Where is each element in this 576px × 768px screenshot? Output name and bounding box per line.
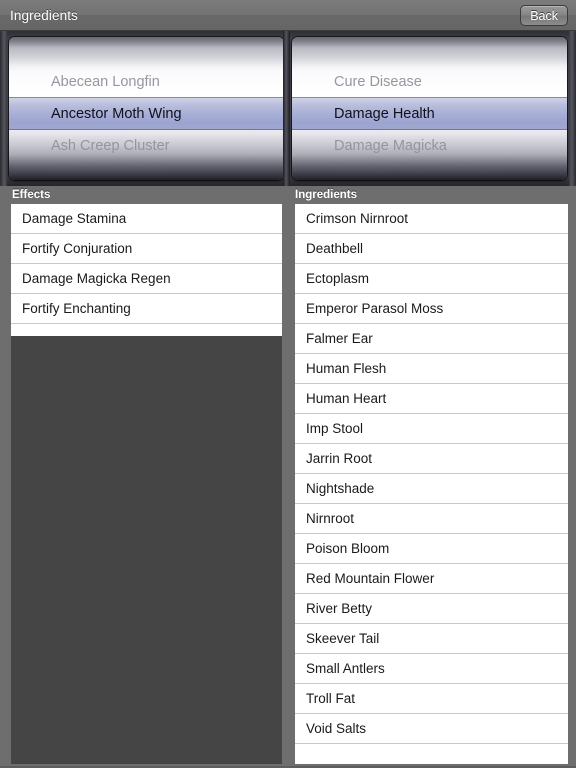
- effects-list-item[interactable]: Fortify Enchanting: [11, 294, 282, 324]
- ingredients-list-item[interactable]: Poison Bloom: [295, 534, 568, 564]
- ingredients-list-item[interactable]: Troll Fat: [295, 684, 568, 714]
- ingredients-list-item[interactable]: Jarrin Root: [295, 444, 568, 474]
- picker-row-selected[interactable]: Damage Health: [292, 99, 567, 130]
- ingredients-list-item[interactable]: Emperor Parasol Moss: [295, 294, 568, 324]
- ingredients-list-item[interactable]: Human Flesh: [295, 354, 568, 384]
- ingredients-section-header: Ingredients: [295, 189, 357, 201]
- ingredients-list-item[interactable]: Crimson Nirnroot: [295, 204, 568, 234]
- navigation-bar: Ingredients Back: [0, 0, 576, 31]
- content-area: Effects Damage Stamina Fortify Conjuratio…: [0, 186, 576, 768]
- effect-picker-rows[interactable]: Cure Disease Damage Health Damage Magick…: [292, 37, 567, 180]
- effects-list-item[interactable]: Damage Stamina: [11, 204, 282, 234]
- ingredients-list[interactable]: Crimson Nirnroot Deathbell Ectoplasm Empero…: [295, 204, 568, 764]
- ingredients-list-item[interactable]: Red Mountain Flower: [295, 564, 568, 594]
- picker-divider: [283, 31, 290, 186]
- picker-row[interactable]: Damage Stamina: [292, 173, 567, 180]
- ingredients-list-item[interactable]: Nirnroot: [295, 504, 568, 534]
- ingredients-list-item[interactable]: Ectoplasm: [295, 264, 568, 294]
- effects-panel-fill: [11, 336, 282, 764]
- ingredients-list-item[interactable]: Imp Stool: [295, 414, 568, 444]
- ingredients-column: Ingredients Crimson Nirnroot Deathbell Ect…: [288, 186, 576, 768]
- picker-row[interactable]: Abecean Longfin: [9, 67, 284, 98]
- effects-section-header: Effects: [12, 189, 51, 201]
- ingredient-picker-rows[interactable]: Abecean Longfin Ancestor Moth Wing Ash C…: [9, 37, 284, 180]
- picker-row[interactable]: Cure Disease: [292, 67, 567, 98]
- ingredients-list-item[interactable]: Falmer Ear: [295, 324, 568, 354]
- ingredients-list-item[interactable]: Void Salts: [295, 714, 568, 744]
- ingredients-list-item[interactable]: River Betty: [295, 594, 568, 624]
- picker-right-edge: [569, 31, 576, 186]
- effects-list[interactable]: Damage Stamina Fortify Conjuration Damage …: [11, 204, 282, 336]
- picker-left-edge: [0, 31, 7, 186]
- ingredients-list-item[interactable]: Nightshade: [295, 474, 568, 504]
- effects-list-item[interactable]: Damage Magicka Regen: [11, 264, 282, 294]
- effects-list-item[interactable]: Fortify Conjuration: [11, 234, 282, 264]
- picker-row[interactable]: Ashen Grass Pod: [9, 173, 284, 180]
- back-button[interactable]: Back: [520, 5, 568, 26]
- picker-row-selected[interactable]: Ancestor Moth Wing: [9, 99, 284, 130]
- effect-picker-wheel[interactable]: Cure Disease Damage Health Damage Magick…: [292, 37, 567, 180]
- ingredients-list-item[interactable]: Human Heart: [295, 384, 568, 414]
- ingredients-list-item[interactable]: Skeever Tail: [295, 624, 568, 654]
- ingredient-picker-wheel[interactable]: Abecean Longfin Ancestor Moth Wing Ash C…: [9, 37, 284, 180]
- page-title: Ingredients: [10, 8, 78, 23]
- ingredients-list-item[interactable]: Small Antlers: [295, 654, 568, 684]
- picker-region: Abecean Longfin Ancestor Moth Wing Ash C…: [0, 31, 576, 186]
- effects-column: Effects Damage Stamina Fortify Conjuratio…: [0, 186, 288, 768]
- ingredients-list-item[interactable]: Deathbell: [295, 234, 568, 264]
